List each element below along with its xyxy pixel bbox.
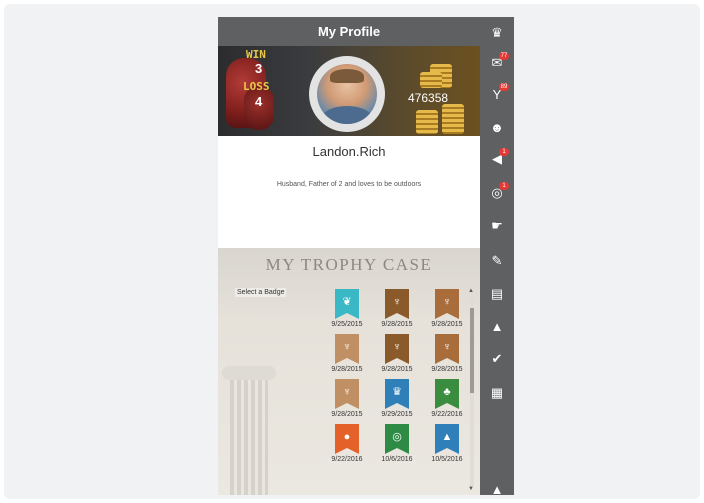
graduation-cap-icon: ▲ bbox=[490, 318, 504, 334]
bell-icon: ▲ bbox=[490, 481, 504, 497]
sidebar-clipboard-button[interactable]: ▤ bbox=[480, 282, 514, 306]
globe-icon: ◎ bbox=[392, 431, 402, 443]
notification-badge: 1 bbox=[499, 182, 509, 190]
trophy-icon: ♛ bbox=[392, 386, 402, 398]
badge-date: 9/28/2015 bbox=[381, 366, 413, 373]
badge-date: 9/25/2015 bbox=[331, 321, 363, 328]
sidebar-edit-button[interactable]: ✎ bbox=[480, 249, 514, 273]
badge-ribbon: ♛ bbox=[385, 379, 409, 409]
badge-item[interactable]: ♆ 9/28/2015 bbox=[372, 334, 422, 373]
avatar-photo bbox=[317, 64, 377, 124]
win-count: 3 bbox=[255, 61, 263, 76]
badge-ribbon: ♆ bbox=[385, 334, 409, 364]
leaderboard-icon: ♛ bbox=[491, 25, 503, 40]
win-label: WIN bbox=[246, 48, 266, 61]
profile-hero-banner: WIN 3 LOSS 4 476358 bbox=[218, 46, 480, 136]
basketball-icon: ● bbox=[343, 431, 351, 443]
badge-date: 9/28/2015 bbox=[381, 321, 413, 328]
badge-date: 9/29/2015 bbox=[381, 411, 413, 418]
badge-item[interactable]: ♆ 9/28/2015 bbox=[322, 334, 372, 373]
scrollbar[interactable]: ▲ ▼ bbox=[468, 288, 475, 493]
pillar-decoration bbox=[222, 366, 276, 495]
sidebar-chat-button[interactable]: ✉ 77 bbox=[480, 51, 514, 75]
sidebar-whistle-button[interactable]: ☛ bbox=[480, 214, 514, 238]
people-icon: ☻ bbox=[490, 119, 504, 135]
badge-item[interactable]: ◎ 10/6/2016 bbox=[372, 424, 422, 463]
profile-bio: Husband, Father of 2 and loves to be out… bbox=[276, 181, 422, 188]
stag-icon: ♆ bbox=[342, 386, 352, 398]
avatar[interactable] bbox=[309, 56, 385, 132]
leaf-icon: ❦ bbox=[342, 296, 352, 308]
badge-item[interactable]: ♣ 9/22/2016 bbox=[422, 379, 472, 418]
badge-ribbon: ♆ bbox=[335, 379, 359, 409]
profile-name: Landon.Rich bbox=[312, 144, 386, 159]
trophy-case: MY TROPHY CASE Select a Badge ❦ 9/25/2015… bbox=[218, 248, 480, 495]
badge-grid: ❦ 9/25/2015 ♆ 9/28/2015 ♆ 9/28/2015 ♆ 9/28/2015… bbox=[322, 289, 472, 463]
trophy-case-title: MY TROPHY CASE bbox=[265, 255, 433, 274]
stag-icon: ♆ bbox=[392, 341, 402, 353]
sidebar-lifebuoy-button[interactable]: ◎ 1 bbox=[480, 181, 514, 205]
sidebar-people-button[interactable]: ☻ bbox=[480, 115, 514, 139]
badge-ribbon: ♆ bbox=[435, 289, 459, 319]
badge-item[interactable]: ♆ 9/28/2015 bbox=[322, 379, 372, 418]
badge-item[interactable]: ♆ 9/28/2015 bbox=[422, 289, 472, 328]
stag-icon: ♆ bbox=[392, 296, 402, 308]
badge-date: 9/22/2016 bbox=[431, 411, 463, 418]
badge-date: 9/22/2016 bbox=[331, 456, 363, 463]
loss-label: LOSS bbox=[243, 80, 270, 93]
sidebar-checklist-button[interactable]: ✔ bbox=[480, 347, 514, 371]
stag-icon: ♆ bbox=[442, 296, 452, 308]
badge-ribbon: ❦ bbox=[335, 289, 359, 319]
badge-date: 10/5/2016 bbox=[431, 456, 463, 463]
badge-ribbon: ♆ bbox=[385, 289, 409, 319]
badge-date: 9/28/2015 bbox=[431, 366, 463, 373]
badge-date: 10/6/2016 bbox=[381, 456, 413, 463]
badge-item[interactable]: ♆ 9/28/2015 bbox=[372, 289, 422, 328]
edit-icon: ✎ bbox=[491, 253, 503, 268]
coin-balance: 476358 bbox=[408, 91, 449, 105]
profile-screen: My Profile WIN 3 LOSS 4 476358 Landon.Ri… bbox=[218, 17, 480, 495]
badge-ribbon: ♣ bbox=[435, 379, 459, 409]
right-sidebar: ♛ ✉ 77 Y 89 ☻ ◀ 1 ◎ 1 ☛ ✎ ▤ ▲ ✔ ▦ ▲ bbox=[480, 17, 514, 497]
sidebar-apps-grid-button[interactable]: ▦ bbox=[480, 381, 514, 405]
loss-count: 4 bbox=[255, 94, 263, 109]
title-bar: My Profile bbox=[218, 17, 480, 46]
badge-date: 9/28/2015 bbox=[431, 321, 463, 328]
sidebar-leaderboard-button[interactable]: ♛ bbox=[480, 21, 514, 45]
notification-badge: 89 bbox=[499, 83, 509, 91]
clipboard-icon: ▤ bbox=[490, 286, 504, 301]
sidebar-bell-button[interactable]: ▲ bbox=[480, 477, 514, 501]
page-title: My Profile bbox=[317, 24, 381, 39]
scrollbar-thumb[interactable] bbox=[470, 308, 474, 393]
checklist-icon: ✔ bbox=[491, 351, 503, 366]
sidebar-graduation-cap-button[interactable]: ▲ bbox=[480, 314, 514, 338]
badge-item[interactable]: ♛ 9/29/2015 bbox=[372, 379, 422, 418]
shark-icon: ▲ bbox=[441, 431, 453, 443]
badge-date: 9/28/2015 bbox=[331, 411, 363, 418]
stag-icon: ♆ bbox=[342, 341, 352, 353]
select-badge-label: Select a Badge bbox=[235, 288, 287, 297]
sidebar-megaphone-button[interactable]: ◀ 1 bbox=[480, 147, 514, 171]
badge-item[interactable]: ● 9/22/2016 bbox=[322, 424, 372, 463]
badge-ribbon: ◎ bbox=[385, 424, 409, 454]
badge-ribbon: ● bbox=[335, 424, 359, 454]
notification-badge: 1 bbox=[499, 148, 509, 156]
badge-item[interactable]: ❦ 9/25/2015 bbox=[322, 289, 372, 328]
badge-item[interactable]: ▲ 10/5/2016 bbox=[422, 424, 472, 463]
badge-ribbon: ♆ bbox=[435, 334, 459, 364]
whistle-icon: ☛ bbox=[491, 218, 503, 233]
badge-ribbon: ♆ bbox=[335, 334, 359, 364]
tree-icon: ♣ bbox=[443, 386, 451, 398]
badge-date: 9/28/2015 bbox=[331, 366, 363, 373]
sidebar-cocktail-button[interactable]: Y 89 bbox=[480, 82, 514, 106]
badge-ribbon: ▲ bbox=[435, 424, 459, 454]
apps-grid-icon: ▦ bbox=[490, 385, 504, 400]
notification-badge: 77 bbox=[499, 52, 509, 60]
badge-item[interactable]: ♆ 9/28/2015 bbox=[422, 334, 472, 373]
stag-icon: ♆ bbox=[442, 341, 452, 353]
